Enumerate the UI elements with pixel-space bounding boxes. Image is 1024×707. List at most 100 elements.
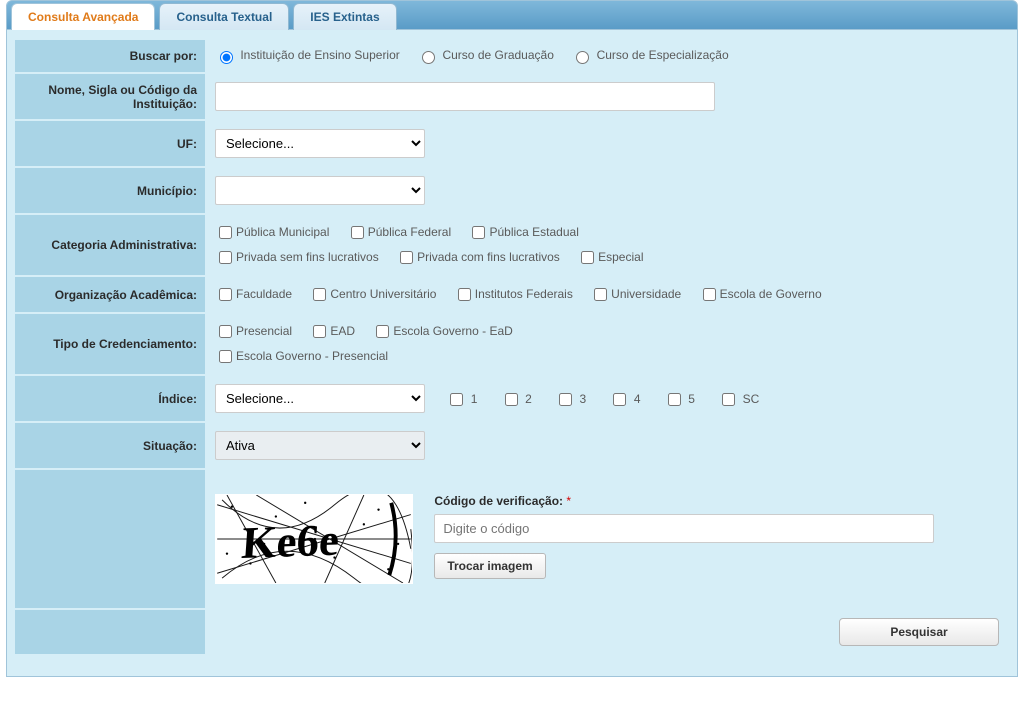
chk-universidade-text: Universidade	[611, 287, 681, 301]
nome-input[interactable]	[215, 82, 715, 111]
radio-graduacao-text: Curso de Graduação	[442, 48, 553, 62]
tab-ies-extintas[interactable]: IES Extintas	[293, 3, 396, 30]
chk-indice-5[interactable]	[668, 393, 681, 406]
chk-indice-2-text: 2	[525, 392, 532, 406]
chk-especial-label[interactable]: Especial	[577, 250, 643, 264]
chk-publica-estadual-label[interactable]: Pública Estadual	[468, 225, 578, 239]
chk-indice-4-text: 4	[634, 392, 641, 406]
chk-centro-univ-label[interactable]: Centro Universitário	[309, 287, 436, 301]
label-blank-search	[15, 609, 205, 655]
chk-privada-sfl-label[interactable]: Privada sem fins lucrativos	[215, 250, 379, 264]
chk-indice-4[interactable]	[613, 393, 626, 406]
chk-indice-4-label[interactable]: 4	[609, 392, 640, 406]
chk-ead[interactable]	[313, 325, 326, 338]
chk-centro-univ[interactable]	[313, 288, 326, 301]
chk-escola-gov-pres[interactable]	[219, 350, 232, 363]
label-nome: Nome, Sigla ou Código da Instituição:	[15, 73, 205, 120]
chk-publica-municipal-label[interactable]: Pública Municipal	[215, 225, 329, 239]
chk-ead-label[interactable]: EAD	[309, 324, 355, 338]
chk-privada-sfl-text: Privada sem fins lucrativos	[236, 250, 379, 264]
chk-universidade-label[interactable]: Universidade	[590, 287, 681, 301]
label-captcha-blank	[15, 469, 205, 609]
radio-especializacao-text: Curso de Especialização	[597, 48, 729, 62]
uf-select[interactable]: Selecione...	[215, 129, 425, 158]
municipio-select[interactable]	[215, 176, 425, 205]
situacao-select[interactable]: Ativa	[215, 431, 425, 460]
radio-graduacao[interactable]	[422, 51, 435, 64]
label-municipio: Município:	[15, 167, 205, 214]
chk-institutos-fed[interactable]	[458, 288, 471, 301]
chk-faculdade-text: Faculdade	[236, 287, 292, 301]
chk-especial[interactable]	[581, 251, 594, 264]
chk-indice-3-text: 3	[579, 392, 586, 406]
chk-indice-3-label[interactable]: 3	[555, 392, 586, 406]
chk-privada-cfl-label[interactable]: Privada com fins lucrativos	[396, 250, 560, 264]
radio-ies[interactable]	[220, 51, 233, 64]
chk-presencial-label[interactable]: Presencial	[215, 324, 292, 338]
chk-centro-univ-text: Centro Universitário	[330, 287, 436, 301]
chk-ead-text: EAD	[330, 324, 355, 338]
indice-select[interactable]: Selecione...	[215, 384, 425, 413]
tab-consulta-textual[interactable]: Consulta Textual	[159, 3, 289, 30]
chk-indice-5-label[interactable]: 5	[664, 392, 695, 406]
captcha-verif-label: Código de verificação:	[434, 494, 563, 508]
pesquisar-button[interactable]: Pesquisar	[839, 618, 999, 646]
label-organizacao: Organização Acadêmica:	[15, 276, 205, 313]
chk-indice-1-label[interactable]: 1	[446, 392, 477, 406]
chk-indice-3[interactable]	[559, 393, 572, 406]
chk-indice-2-label[interactable]: 2	[501, 392, 532, 406]
radio-ies-label[interactable]: Instituição de Ensino Superior	[215, 48, 403, 62]
chk-indice-2[interactable]	[505, 393, 518, 406]
label-buscar-por: Buscar por:	[15, 40, 205, 73]
chk-publica-federal[interactable]	[351, 226, 364, 239]
chk-indice-sc[interactable]	[722, 393, 735, 406]
chk-privada-cfl-text: Privada com fins lucrativos	[417, 250, 560, 264]
chk-escola-gov-pres-label[interactable]: Escola Governo - Presencial	[215, 349, 388, 363]
chk-publica-municipal-text: Pública Municipal	[236, 225, 329, 239]
svg-text:Ke6e: Ke6e	[240, 515, 341, 568]
chk-escola-gov-ead-text: Escola Governo - EaD	[393, 324, 512, 338]
chk-indice-1[interactable]	[450, 393, 463, 406]
chk-indice-sc-label[interactable]: SC	[718, 392, 759, 406]
label-indice: Índice:	[15, 375, 205, 422]
label-situacao: Situação:	[15, 422, 205, 469]
captcha-input[interactable]	[434, 514, 934, 543]
chk-universidade[interactable]	[594, 288, 607, 301]
required-star: *	[566, 494, 571, 508]
chk-publica-estadual-text: Pública Estadual	[489, 225, 578, 239]
chk-institutos-fed-text: Institutos Federais	[475, 287, 573, 301]
chk-privada-cfl[interactable]	[400, 251, 413, 264]
swap-captcha-button[interactable]: Trocar imagem	[434, 553, 545, 579]
chk-indice-5-text: 5	[688, 392, 695, 406]
radio-especializacao[interactable]	[576, 51, 589, 64]
chk-escola-governo-text: Escola de Governo	[720, 287, 822, 301]
tab-consulta-avancada[interactable]: Consulta Avançada	[11, 3, 155, 30]
label-categoria: Categoria Administrativa:	[15, 214, 205, 276]
chk-presencial[interactable]	[219, 325, 232, 338]
chk-indice-1-text: 1	[471, 392, 478, 406]
captcha-image: Ke6e	[215, 494, 413, 584]
chk-institutos-fed-label[interactable]: Institutos Federais	[454, 287, 573, 301]
chk-faculdade[interactable]	[219, 288, 232, 301]
chk-escola-gov-ead[interactable]	[376, 325, 389, 338]
chk-publica-federal-text: Pública Federal	[368, 225, 451, 239]
chk-privada-sfl[interactable]	[219, 251, 232, 264]
chk-escola-gov-ead-label[interactable]: Escola Governo - EaD	[372, 324, 512, 338]
chk-publica-estadual[interactable]	[472, 226, 485, 239]
radio-ies-text: Instituição de Ensino Superior	[240, 48, 399, 62]
chk-faculdade-label[interactable]: Faculdade	[215, 287, 292, 301]
chk-escola-gov-pres-text: Escola Governo - Presencial	[236, 349, 388, 363]
chk-publica-federal-label[interactable]: Pública Federal	[347, 225, 451, 239]
tab-bar: Consulta Avançada Consulta Textual IES E…	[6, 0, 1018, 30]
chk-escola-governo[interactable]	[703, 288, 716, 301]
form-panel: Buscar por: Instituição de Ensino Superi…	[6, 30, 1018, 677]
label-tipo-cred: Tipo de Credenciamento:	[15, 313, 205, 375]
radio-graduacao-label[interactable]: Curso de Graduação	[417, 48, 557, 62]
chk-indice-sc-text: SC	[743, 392, 760, 406]
chk-presencial-text: Presencial	[236, 324, 292, 338]
chk-escola-governo-label[interactable]: Escola de Governo	[699, 287, 822, 301]
radio-especializacao-label[interactable]: Curso de Especialização	[571, 48, 728, 62]
chk-especial-text: Especial	[598, 250, 643, 264]
label-uf: UF:	[15, 120, 205, 167]
chk-publica-municipal[interactable]	[219, 226, 232, 239]
